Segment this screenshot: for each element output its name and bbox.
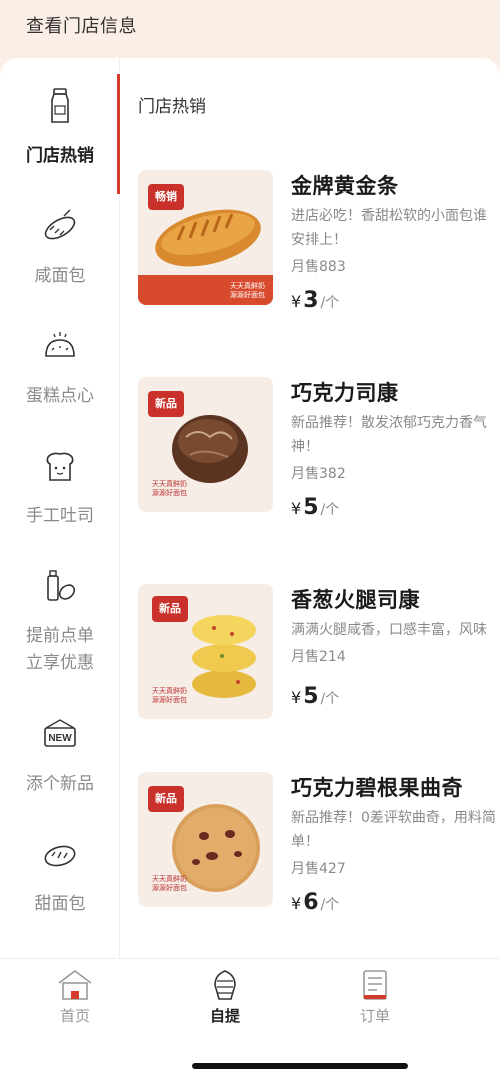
sidebar-item-new[interactable]: NEW 添个新品	[0, 714, 120, 834]
product-name: 香葱火腿司康	[291, 588, 420, 612]
pecan-cookie-image: 新品 天天真鲜奶 源源好面包	[138, 772, 273, 907]
menu-sheet: 门店热销 咸面包 蛋糕点心 手工吐司 提前点单 立享优惠 NEW 添个新品 甜面…	[0, 58, 500, 1069]
currency-symbol: ¥	[291, 499, 302, 518]
bottom-tab-bar: 首页 自提 订单	[0, 958, 500, 1069]
product-price: ¥5/个	[291, 495, 339, 520]
toast-icon	[46, 452, 74, 481]
currency-symbol: ¥	[291, 292, 302, 311]
new-badge: 新品	[148, 391, 184, 417]
sidebar-item-cakes[interactable]: 蛋糕点心	[0, 326, 120, 446]
sidebar-item-label: 咸面包	[34, 266, 86, 286]
promo-strip-text: 天天真鲜奶 源源好面包	[230, 282, 265, 299]
tab-label: 订单	[359, 1007, 390, 1025]
price-value: 5	[303, 684, 319, 709]
tab-label: 首页	[59, 1007, 90, 1025]
sidebar-item-hot[interactable]: 门店热销	[0, 74, 120, 206]
sidebar-item-label: 手工吐司	[26, 506, 94, 526]
sweet-bread-icon	[44, 845, 76, 867]
price-unit: /个	[320, 691, 340, 707]
product-name: 金牌黄金条	[291, 174, 399, 198]
price-value: 6	[303, 890, 319, 915]
price-value: 3	[303, 288, 319, 313]
baguette-icon	[44, 209, 76, 240]
image-caption: 天天真鲜奶 源源好面包	[152, 480, 187, 497]
svg-text:NEW: NEW	[48, 733, 72, 744]
product-sales: 月售382	[291, 466, 346, 482]
milk-bottle-icon	[51, 88, 69, 123]
ham-scone-image: 新品 天天真鲜奶 源源好面包	[138, 584, 273, 719]
bun-icon	[45, 332, 75, 357]
product-price: ¥6/个	[291, 890, 339, 915]
sidebar-item-preorder[interactable]: 提前点单 立享优惠	[0, 566, 120, 716]
tab-label: 自提	[209, 1007, 240, 1025]
price-unit: /个	[320, 897, 340, 913]
product-card[interactable]: 新品 天天真鲜奶 源源好面包 巧克力司康 新品推荐！散发浓郁巧克力香气神！ 月售…	[138, 377, 500, 520]
preorder-icon	[47, 570, 76, 601]
sidebar-item-label-line2: 立享优惠	[26, 653, 94, 673]
home-indicator	[192, 1063, 408, 1069]
tab-home[interactable]: 首页	[35, 967, 115, 1026]
golden-bread-image: 畅销 天天真鲜奶 源源好面包	[138, 170, 273, 305]
product-desc: 新品推荐！0差评软曲奇，用料简单！	[291, 810, 496, 850]
sidebar-item-sweet-bread[interactable]: 甜面包	[0, 834, 120, 954]
sidebar-item-label: 门店热销	[26, 146, 94, 166]
image-caption: 天天真鲜奶 源源好面包	[152, 687, 187, 704]
sidebar-item-label: 提前点单	[26, 626, 94, 646]
pickup-icon	[214, 970, 236, 1000]
active-indicator	[117, 74, 120, 194]
sidebar-item-label: 添个新品	[26, 774, 94, 794]
tab-pickup[interactable]: 自提	[185, 967, 265, 1026]
product-name: 巧克力司康	[291, 381, 399, 405]
currency-symbol: ¥	[291, 894, 302, 913]
product-name: 巧克力碧根果曲奇	[291, 776, 463, 800]
currency-symbol: ¥	[291, 688, 302, 707]
price-value: 5	[303, 495, 319, 520]
sidebar-item-label: 甜面包	[34, 894, 86, 914]
product-desc: 进店必吃！香甜松软的小面包谁安排上！	[291, 208, 487, 248]
product-sales: 月售883	[291, 259, 346, 275]
promo-strip: 天天真鲜奶 源源好面包	[138, 275, 273, 305]
new-sign-icon: NEW	[44, 719, 76, 747]
top-bar: 查看门店信息	[0, 0, 500, 60]
price-unit: /个	[320, 502, 340, 518]
order-icon	[363, 970, 387, 1000]
product-desc: 新品推荐！散发浓郁巧克力香气神！	[291, 415, 487, 455]
sidebar-item-label: 蛋糕点心	[26, 386, 94, 406]
sidebar-item-savory-bread[interactable]: 咸面包	[0, 206, 120, 326]
category-sidebar: 门店热销 咸面包 蛋糕点心 手工吐司 提前点单 立享优惠 NEW 添个新品 甜面…	[0, 58, 120, 958]
product-card[interactable]: 新品 天天真鲜奶 源源好面包 巧克力碧根果曲奇 新品推荐！0差评软曲奇，用料简单…	[138, 772, 500, 915]
store-info-link[interactable]: 查看门店信息	[26, 12, 137, 38]
product-card[interactable]: 新品 天天真鲜奶 源源好面包 香葱火腿司康 满满火腿咸香，口感丰富，风味 月售2…	[138, 584, 500, 724]
price-unit: /个	[320, 295, 340, 311]
product-card[interactable]: 畅销 天天真鲜奶 源源好面包 金牌黄金条 进店必吃！香甜松软的小面包谁安排上！ …	[138, 170, 500, 313]
sidebar-item-toast[interactable]: 手工吐司	[0, 446, 120, 566]
product-sales: 月售427	[291, 861, 346, 877]
tab-orders[interactable]: 订单	[335, 967, 415, 1026]
new-badge: 新品	[152, 596, 188, 622]
chocolate-scone-image: 新品 天天真鲜奶 源源好面包	[138, 377, 273, 512]
product-price: ¥5/个	[291, 684, 339, 709]
product-sales: 月售214	[291, 649, 346, 665]
section-title: 门店热销	[138, 97, 206, 117]
new-badge: 新品	[148, 786, 184, 812]
image-caption: 天天真鲜奶 源源好面包	[152, 875, 187, 892]
product-price: ¥3/个	[291, 288, 339, 313]
hot-sale-badge: 畅销	[148, 184, 184, 210]
home-icon	[58, 970, 92, 1000]
